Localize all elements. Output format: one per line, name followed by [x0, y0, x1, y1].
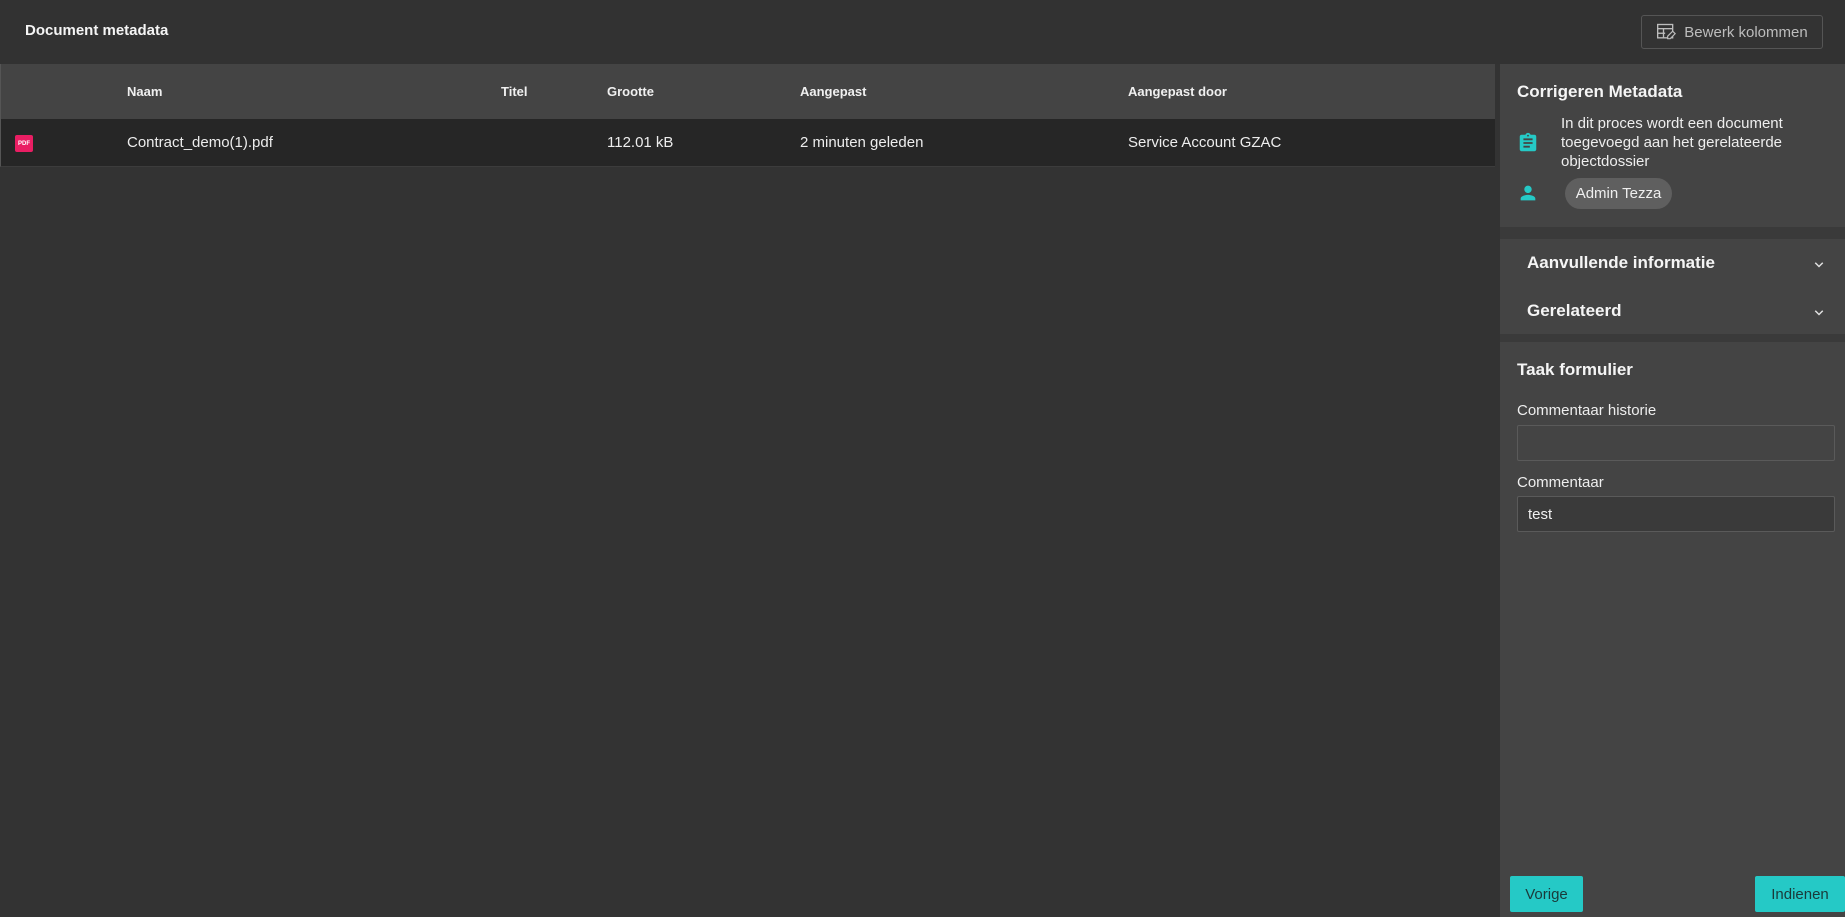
edit-columns-icon	[1657, 23, 1677, 40]
accordion-label: Gerelateerd	[1527, 301, 1622, 320]
previous-button[interactable]: Vorige	[1510, 876, 1583, 912]
field-label-commentaar-historie: Commentaar historie	[1517, 402, 1657, 419]
app: Document metadata Bewerk kolommen Naam T…	[0, 0, 1845, 917]
task-title: Corrigeren Metadata	[1517, 82, 1683, 101]
table-header: Naam Titel Grootte Aangepast Aangepast d…	[0, 64, 1495, 119]
person-icon	[1520, 185, 1536, 201]
accordion-item-aanvullende-informatie[interactable]: Aanvullende informatie	[1500, 241, 1845, 286]
table-row[interactable]: PDF Contract_demo(1).pdf 112.01 kB 2 min…	[0, 119, 1495, 167]
clipboard-icon	[1519, 132, 1537, 152]
cell-grootte: 112.01 kB	[607, 134, 674, 151]
form-title: Taak formulier	[1517, 360, 1633, 379]
task-form-card: Taak formulier Commentaar historie Comme…	[1500, 342, 1845, 917]
column-header-aangepast-door[interactable]: Aangepast door	[1128, 84, 1227, 99]
column-header-grootte[interactable]: Grootte	[607, 84, 654, 99]
accordion-label: Aanvullende informatie	[1527, 253, 1715, 272]
cell-naam: Contract_demo(1).pdf	[127, 134, 273, 151]
header-bar: Document metadata Bewerk kolommen	[0, 0, 1845, 64]
field-label-commentaar: Commentaar	[1517, 474, 1604, 491]
column-header-titel[interactable]: Titel	[501, 84, 528, 99]
documents-table: Naam Titel Grootte Aangepast Aangepast d…	[0, 64, 1495, 167]
submit-button[interactable]: Indienen	[1755, 876, 1845, 912]
chevron-down-icon	[1814, 262, 1824, 268]
commentaar-historie-input[interactable]	[1517, 425, 1835, 461]
task-description: In dit proces wordt een document toegevo…	[1561, 115, 1783, 170]
edit-columns-label: Bewerk kolommen	[1684, 23, 1808, 41]
pdf-file-icon: PDF	[15, 135, 33, 152]
cell-aangepast: 2 minuten geleden	[800, 134, 924, 151]
cell-aangepast-door: Service Account GZAC	[1128, 134, 1282, 151]
accordion-card: Aanvullende informatie Gerelateerd	[1500, 239, 1845, 334]
chevron-down-icon	[1814, 310, 1824, 316]
assignee-chip[interactable]: Admin Tezza	[1565, 178, 1672, 209]
accordion-item-gerelateerd[interactable]: Gerelateerd	[1500, 289, 1845, 334]
task-card: Corrigeren Metadata In dit proces wordt …	[1500, 64, 1845, 227]
edit-columns-button[interactable]: Bewerk kolommen	[1641, 15, 1823, 49]
page-title: Document metadata	[25, 22, 169, 39]
commentaar-input[interactable]	[1517, 496, 1835, 532]
column-header-naam[interactable]: Naam	[127, 84, 162, 99]
side-panel: Corrigeren Metadata In dit proces wordt …	[1500, 64, 1845, 917]
column-header-aangepast[interactable]: Aangepast	[800, 84, 866, 99]
